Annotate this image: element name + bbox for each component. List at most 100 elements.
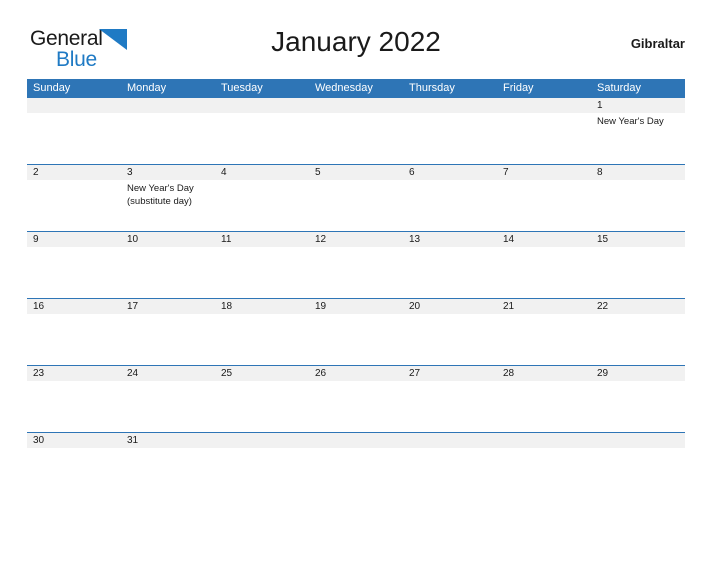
day-number-21[interactable]: 21 bbox=[497, 299, 591, 314]
day-number-31[interactable]: 31 bbox=[121, 433, 215, 448]
weekday-header-friday: Friday bbox=[503, 82, 534, 94]
day-number-26[interactable]: 26 bbox=[309, 366, 403, 381]
day-number-14[interactable]: 14 bbox=[497, 232, 591, 247]
day-events-28 bbox=[497, 381, 591, 432]
weekday-header-wednesday: Wednesday bbox=[315, 82, 373, 94]
day-events-21 bbox=[497, 314, 591, 365]
event-text: New Year's Day bbox=[597, 116, 664, 127]
day-events-11 bbox=[215, 247, 309, 298]
day-number-4[interactable]: 4 bbox=[215, 165, 309, 180]
day-events-3[interactable]: New Year's Day (substitute day) bbox=[121, 180, 215, 231]
day-number-11[interactable]: 11 bbox=[215, 232, 309, 247]
day-number-7[interactable]: 7 bbox=[497, 165, 591, 180]
day-number-23[interactable]: 23 bbox=[27, 366, 121, 381]
week-date-band: 30 31 bbox=[27, 433, 685, 448]
day-number-27[interactable]: 27 bbox=[403, 366, 497, 381]
day-number-empty bbox=[121, 98, 215, 113]
week-date-band: 16 17 18 19 20 21 22 bbox=[27, 299, 685, 314]
day-number-24[interactable]: 24 bbox=[121, 366, 215, 381]
day-number-12[interactable]: 12 bbox=[309, 232, 403, 247]
weekday-header-tuesday: Tuesday bbox=[221, 82, 263, 94]
day-events-24 bbox=[121, 381, 215, 432]
day-events-20 bbox=[403, 314, 497, 365]
calendar-week-row: 2 3 4 5 6 7 8 New Year's Day (substitute day) bbox=[27, 164, 685, 231]
calendar-week-row: 1 New Year's Day bbox=[27, 98, 685, 164]
week-event-band bbox=[27, 314, 685, 365]
day-number-13[interactable]: 13 bbox=[403, 232, 497, 247]
day-number-17[interactable]: 17 bbox=[121, 299, 215, 314]
day-number-empty bbox=[591, 433, 685, 448]
calendar-week-row: 23 24 25 26 27 28 29 bbox=[27, 365, 685, 432]
week-date-band: 1 bbox=[27, 98, 685, 113]
day-events-empty bbox=[309, 113, 403, 164]
week-event-band bbox=[27, 247, 685, 298]
day-events-27 bbox=[403, 381, 497, 432]
region-label: Gibraltar bbox=[630, 36, 685, 51]
weekday-header-monday: Monday bbox=[127, 82, 167, 94]
day-events-8 bbox=[591, 180, 685, 231]
day-number-2[interactable]: 2 bbox=[27, 165, 121, 180]
week-event-band bbox=[27, 381, 685, 432]
week-date-band: 9 10 11 12 13 14 15 bbox=[27, 232, 685, 247]
page-title: January 2022 bbox=[271, 26, 441, 57]
day-number-empty bbox=[27, 98, 121, 113]
day-events-10 bbox=[121, 247, 215, 298]
day-events-25 bbox=[215, 381, 309, 432]
calendar-week-row: 9 10 11 12 13 14 15 bbox=[27, 231, 685, 298]
day-events-13 bbox=[403, 247, 497, 298]
day-number-empty bbox=[309, 98, 403, 113]
day-events-12 bbox=[309, 247, 403, 298]
day-events-5 bbox=[309, 180, 403, 231]
page-header: General Blue January 2022 Gibraltar bbox=[27, 22, 685, 74]
weekday-header-saturday: Saturday bbox=[597, 82, 642, 94]
event-text: New Year's Day bbox=[127, 183, 194, 194]
day-number-9[interactable]: 9 bbox=[27, 232, 121, 247]
day-events-empty bbox=[121, 113, 215, 164]
day-events-empty bbox=[27, 113, 121, 164]
day-number-30[interactable]: 30 bbox=[27, 433, 121, 448]
week-event-band: New Year's Day (substitute day) bbox=[27, 180, 685, 231]
day-number-15[interactable]: 15 bbox=[591, 232, 685, 247]
day-events-7 bbox=[497, 180, 591, 231]
week-event-band: New Year's Day bbox=[27, 113, 685, 164]
day-events-empty bbox=[403, 113, 497, 164]
day-events-26 bbox=[309, 381, 403, 432]
day-events-16 bbox=[27, 314, 121, 365]
day-events-4 bbox=[215, 180, 309, 231]
day-number-18[interactable]: 18 bbox=[215, 299, 309, 314]
day-number-28[interactable]: 28 bbox=[497, 366, 591, 381]
day-events-1[interactable]: New Year's Day bbox=[591, 113, 685, 164]
day-number-8[interactable]: 8 bbox=[591, 165, 685, 180]
day-number-10[interactable]: 10 bbox=[121, 232, 215, 247]
day-events-empty bbox=[215, 113, 309, 164]
day-number-19[interactable]: 19 bbox=[309, 299, 403, 314]
weekday-header-sunday: Sunday bbox=[33, 82, 71, 94]
day-events-9 bbox=[27, 247, 121, 298]
week-date-band: 23 24 25 26 27 28 29 bbox=[27, 366, 685, 381]
day-events-29 bbox=[591, 381, 685, 432]
calendar-weeks: 1 New Year's Day 2 3 4 5 6 7 8 New Year's Day (sub… bbox=[27, 98, 685, 448]
day-events-19 bbox=[309, 314, 403, 365]
day-number-16[interactable]: 16 bbox=[27, 299, 121, 314]
day-number-empty bbox=[309, 433, 403, 448]
weekday-header-row: Sunday Monday Tuesday Wednesday Thursday Frid… bbox=[27, 79, 685, 98]
day-number-3[interactable]: 3 bbox=[121, 165, 215, 180]
day-number-25[interactable]: 25 bbox=[215, 366, 309, 381]
day-number-6[interactable]: 6 bbox=[403, 165, 497, 180]
calendar-week-row: 16 17 18 19 20 21 22 bbox=[27, 298, 685, 365]
day-events-17 bbox=[121, 314, 215, 365]
day-number-empty bbox=[497, 98, 591, 113]
day-events-22 bbox=[591, 314, 685, 365]
day-events-6 bbox=[403, 180, 497, 231]
day-number-29[interactable]: 29 bbox=[591, 366, 685, 381]
calendar-week-row: 30 31 bbox=[27, 432, 685, 448]
day-number-empty bbox=[403, 98, 497, 113]
day-number-empty bbox=[497, 433, 591, 448]
day-number-20[interactable]: 20 bbox=[403, 299, 497, 314]
day-number-22[interactable]: 22 bbox=[591, 299, 685, 314]
calendar-grid: Sunday Monday Tuesday Wednesday Thursday Frid… bbox=[27, 79, 685, 448]
day-number-5[interactable]: 5 bbox=[309, 165, 403, 180]
week-date-band: 2345678 bbox=[27, 165, 685, 180]
day-events-23 bbox=[27, 381, 121, 432]
day-number-1[interactable]: 1 bbox=[591, 98, 685, 113]
